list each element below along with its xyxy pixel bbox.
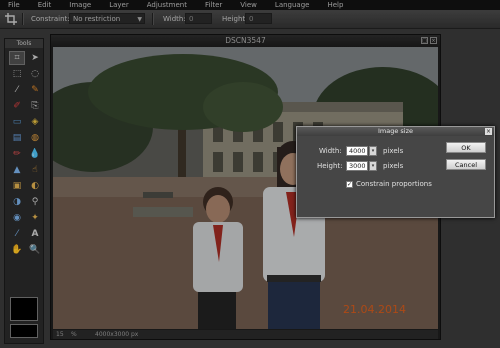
menu-file[interactable]: File: [8, 1, 20, 9]
dialog-titlebar[interactable]: Image size ×: [297, 127, 494, 136]
wand-tool-icon[interactable]: ⁄: [9, 83, 25, 97]
smudge-tool-icon[interactable]: ☝: [27, 163, 43, 177]
move-tool-icon[interactable]: ➤: [27, 51, 43, 65]
divider: [152, 13, 154, 25]
width-label: Width:: [319, 147, 342, 155]
menu-adjustment[interactable]: Adjustment: [147, 1, 187, 9]
menu-help[interactable]: Help: [327, 1, 343, 9]
menu-view[interactable]: View: [240, 1, 257, 9]
marquee-tool-icon[interactable]: ⬚: [9, 67, 25, 81]
primary-color-swatch[interactable]: [10, 297, 38, 321]
tools-panel: Tools ⌗ ➤ ⬚ ◌ ⁄ ✎ ✐ ⎘ ▭ ◈ ▤ ◍ ✏ 💧 ▲ ☝ ▣ …: [4, 38, 44, 344]
close-icon[interactable]: ×: [430, 37, 437, 44]
zoom-unit: %: [71, 331, 77, 338]
sharpen-tool-icon[interactable]: ▲: [9, 163, 25, 177]
menu-image[interactable]: Image: [69, 1, 91, 9]
width-field[interactable]: 4000: [346, 146, 368, 156]
constraint-label: Constraint:: [31, 15, 70, 23]
constrain-checkbox[interactable]: ✓: [346, 181, 353, 188]
secondary-color-swatch[interactable]: [10, 324, 38, 338]
menu-layer[interactable]: Layer: [109, 1, 129, 9]
status-bar: 15 % 4000x3000 px: [53, 330, 438, 339]
burn-tool-icon[interactable]: ◑: [9, 195, 25, 209]
zoom-tool-icon[interactable]: ⚲: [27, 195, 43, 209]
document-title: DSCN3547: [225, 36, 266, 45]
magnify-tool-icon[interactable]: 🔍: [27, 243, 43, 257]
lasso-tool-icon[interactable]: ◌: [27, 67, 43, 81]
crop-tool-icon[interactable]: ⌗: [9, 51, 25, 65]
document-titlebar[interactable]: DSCN3547 □ ×: [51, 35, 440, 47]
menu-filter[interactable]: Filter: [205, 1, 222, 9]
brush-tool-icon[interactable]: ✐: [9, 99, 25, 113]
menu-bar: File Edit Image Layer Adjustment Filter …: [0, 0, 500, 10]
height-unit: pixels: [383, 162, 404, 170]
width-unit: pixels: [383, 147, 404, 155]
menu-edit[interactable]: Edit: [38, 1, 52, 9]
ok-button[interactable]: OK: [446, 142, 486, 153]
width-stepper[interactable]: ▾: [369, 146, 377, 156]
divider: [22, 13, 24, 25]
constraint-select[interactable]: No restriction ▼: [69, 13, 145, 24]
menu-language[interactable]: Language: [275, 1, 310, 9]
clone-tool-icon[interactable]: ⎘: [27, 99, 43, 113]
height-label: Height:: [222, 15, 248, 23]
height-stepper[interactable]: ▾: [369, 161, 377, 171]
gradient-tool-icon[interactable]: ▤: [9, 131, 25, 145]
crop-icon[interactable]: [5, 13, 17, 25]
replace-color-icon[interactable]: ◍: [27, 131, 43, 145]
eraser-tool-icon[interactable]: ▭: [9, 115, 25, 129]
image-dimensions: 4000x3000 px: [95, 331, 139, 338]
height-label: Height:: [317, 162, 343, 170]
blur-tool-icon[interactable]: 💧: [27, 147, 43, 161]
text-tool-icon[interactable]: A: [27, 227, 43, 241]
picker-tool-icon[interactable]: ⁄: [9, 227, 25, 241]
cancel-button[interactable]: Cancel: [446, 159, 486, 170]
close-icon[interactable]: ×: [485, 128, 492, 135]
tools-title: Tools: [5, 39, 43, 48]
width-label: Width:: [163, 15, 186, 23]
sponge-tool-icon[interactable]: ▣: [9, 179, 25, 193]
date-stamp: 21.04.2014: [343, 303, 406, 316]
constraint-value: No restriction: [73, 15, 121, 23]
bloat-tool-icon[interactable]: ✦: [27, 211, 43, 225]
pencil-tool-icon[interactable]: ✎: [27, 83, 43, 97]
height-input[interactable]: 0: [245, 13, 272, 24]
chevron-down-icon: ▼: [137, 16, 142, 23]
zoom-value[interactable]: 15: [56, 330, 64, 339]
dodge-tool-icon[interactable]: ◐: [27, 179, 43, 193]
constrain-label: Constrain proportions: [356, 180, 432, 188]
options-bar: Constraint: No restriction ▼ Width: 0 He…: [0, 10, 500, 29]
red-eye-tool-icon[interactable]: ◉: [9, 211, 25, 225]
height-field[interactable]: 3000: [346, 161, 368, 171]
image-size-dialog: Image size × Width: 4000 ▾ pixels Height…: [296, 126, 495, 218]
maximize-icon[interactable]: □: [421, 37, 428, 44]
draw-tool-icon[interactable]: ✏: [9, 147, 25, 161]
bucket-tool-icon[interactable]: ◈: [27, 115, 43, 129]
tools-grid: ⌗ ➤ ⬚ ◌ ⁄ ✎ ✐ ⎘ ▭ ◈ ▤ ◍ ✏ 💧 ▲ ☝ ▣ ◐ ◑ ⚲ …: [9, 51, 43, 257]
hand-tool-icon[interactable]: ✋: [9, 243, 25, 257]
dialog-title: Image size: [377, 127, 414, 135]
width-input[interactable]: 0: [185, 13, 212, 24]
